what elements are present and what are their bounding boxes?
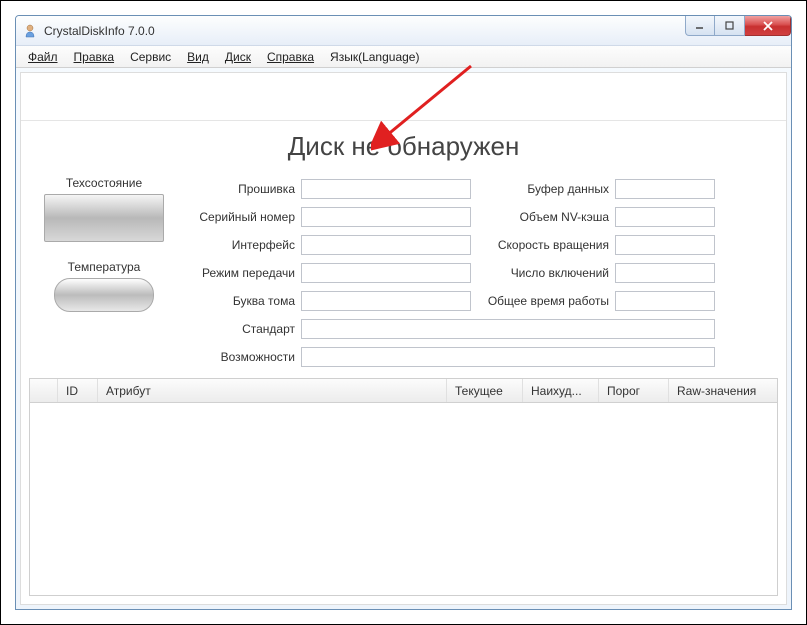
standard-label: Стандарт <box>179 322 299 336</box>
titlebar[interactable]: CrystalDiskInfo 7.0.0 <box>16 16 791 46</box>
app-icon <box>22 23 38 39</box>
transfer-label: Режим передачи <box>179 266 299 280</box>
serial-value <box>301 207 471 227</box>
disk-selector-bar <box>21 73 786 121</box>
poweron-value <box>615 263 715 283</box>
interface-label: Интерфейс <box>179 238 299 252</box>
menu-file[interactable]: Файл <box>20 48 66 66</box>
fields-panel: Прошивка Буфер данных Серийный номер Объ… <box>179 176 778 370</box>
menu-disk[interactable]: Диск <box>217 48 259 66</box>
col-current[interactable]: Текущее <box>447 379 523 402</box>
nvcache-label: Объем NV-кэша <box>473 210 613 224</box>
minimize-button[interactable] <box>685 16 715 36</box>
transfer-value <box>301 263 471 283</box>
temperature-box <box>54 278 154 312</box>
col-id[interactable]: ID <box>58 379 98 402</box>
drive-value <box>301 291 471 311</box>
col-worst[interactable]: Наихуд... <box>523 379 599 402</box>
nvcache-value <box>615 207 715 227</box>
serial-label: Серийный номер <box>179 210 299 224</box>
menu-help[interactable]: Справка <box>259 48 322 66</box>
health-status-label: Техсостояние <box>29 176 179 190</box>
drive-label: Буква тома <box>179 294 299 308</box>
hours-label: Общее время работы <box>473 294 613 308</box>
firmware-label: Прошивка <box>179 182 299 196</box>
firmware-value <box>301 179 471 199</box>
features-value <box>301 347 715 367</box>
col-blank[interactable] <box>30 379 58 402</box>
col-threshold[interactable]: Порог <box>599 379 669 402</box>
menu-service[interactable]: Сервис <box>122 48 179 66</box>
window-title: CrystalDiskInfo 7.0.0 <box>44 24 155 38</box>
buffer-label: Буфер данных <box>473 182 613 196</box>
info-area: Техсостояние Температура Прошивка Буфер … <box>21 176 786 378</box>
close-button[interactable] <box>745 16 791 36</box>
temperature-label: Температура <box>29 260 179 274</box>
content-area: Диск не обнаружен Техсостояние Температу… <box>20 72 787 605</box>
health-status-box <box>44 194 164 242</box>
maximize-button[interactable] <box>715 16 745 36</box>
window-controls <box>685 16 791 36</box>
menu-view[interactable]: Вид <box>179 48 217 66</box>
disk-not-found-heading: Диск не обнаружен <box>21 121 786 176</box>
menubar: Файл Правка Сервис Вид Диск Справка Язык… <box>16 46 791 68</box>
col-raw[interactable]: Raw-значения <box>669 379 777 402</box>
hours-value <box>615 291 715 311</box>
table-body <box>30 403 777 595</box>
interface-value <box>301 235 471 255</box>
poweron-label: Число включений <box>473 266 613 280</box>
col-attribute[interactable]: Атрибут <box>98 379 447 402</box>
left-panel: Техсостояние Температура <box>29 176 179 370</box>
rotation-value <box>615 235 715 255</box>
standard-value <box>301 319 715 339</box>
smart-table: ID Атрибут Текущее Наихуд... Порог Raw-з… <box>29 378 778 596</box>
app-window: CrystalDiskInfo 7.0.0 Файл Правка Сервис… <box>15 15 792 610</box>
buffer-value <box>615 179 715 199</box>
table-header: ID Атрибут Текущее Наихуд... Порог Raw-з… <box>30 379 777 403</box>
menu-language[interactable]: Язык(Language) <box>322 48 427 66</box>
rotation-label: Скорость вращения <box>473 238 613 252</box>
features-label: Возможности <box>179 350 299 364</box>
menu-edit[interactable]: Правка <box>66 48 123 66</box>
